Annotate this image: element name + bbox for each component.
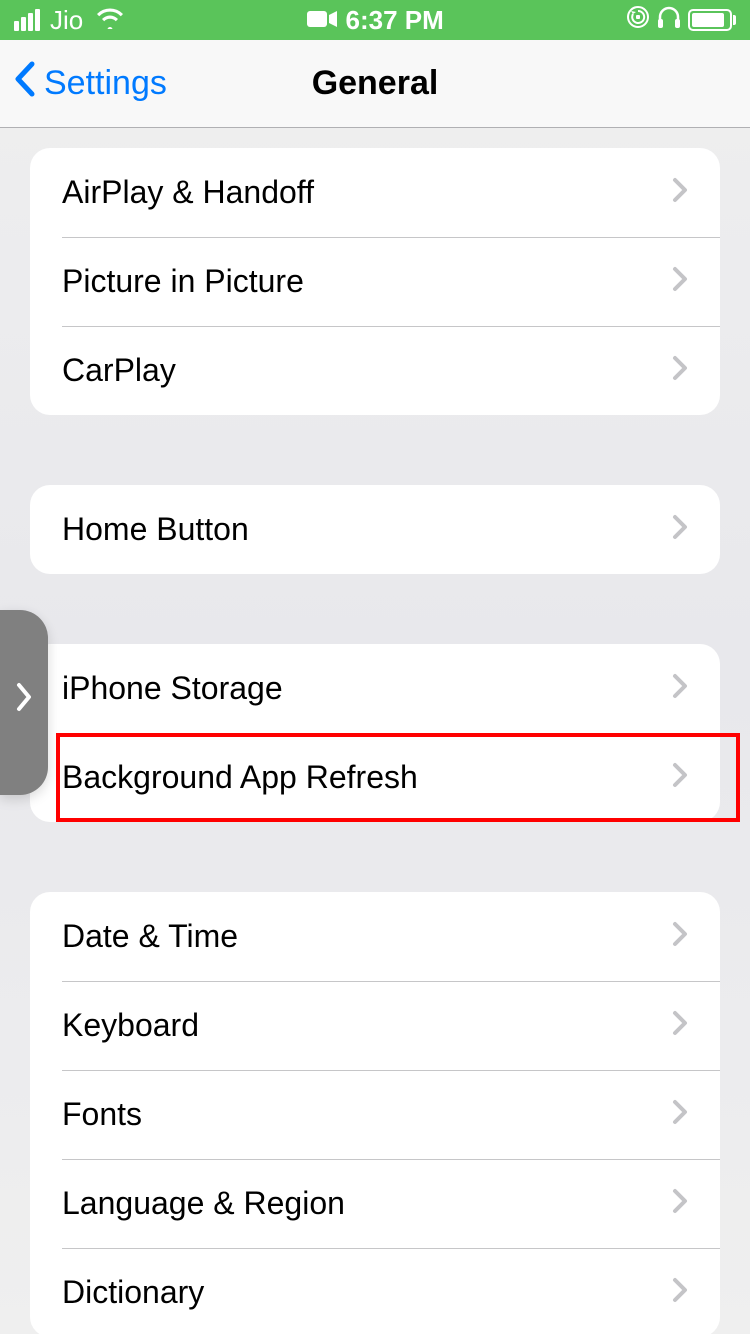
row-iphone-storage[interactable]: iPhone Storage xyxy=(30,644,720,733)
row-label: CarPlay xyxy=(62,352,176,389)
status-bar: Jio 6:37 PM xyxy=(0,0,750,40)
row-label: Date & Time xyxy=(62,918,238,955)
row-background-app-refresh[interactable]: Background App Refresh xyxy=(30,733,720,822)
status-left: Jio xyxy=(14,5,125,36)
row-carplay[interactable]: CarPlay xyxy=(30,326,720,415)
navigation-bar: Settings General xyxy=(0,40,750,128)
chevron-right-icon xyxy=(672,1009,688,1042)
page-title: General xyxy=(312,64,439,103)
row-label: Language & Region xyxy=(62,1185,345,1222)
row-label: Dictionary xyxy=(62,1274,204,1311)
chevron-right-icon xyxy=(672,761,688,794)
clock-time: 6:37 PM xyxy=(345,5,443,36)
status-center: 6:37 PM xyxy=(307,5,443,36)
chevron-right-icon xyxy=(672,265,688,298)
chevron-right-icon xyxy=(672,1098,688,1131)
back-label: Settings xyxy=(44,64,167,103)
row-fonts[interactable]: Fonts xyxy=(30,1070,720,1159)
row-label: Fonts xyxy=(62,1096,142,1133)
wifi-icon xyxy=(95,5,125,36)
row-label: Keyboard xyxy=(62,1007,199,1044)
chevron-right-icon xyxy=(15,677,33,728)
row-label: AirPlay & Handoff xyxy=(62,174,314,211)
row-label: Background App Refresh xyxy=(62,759,418,796)
settings-group-1: AirPlay & Handoff Picture in Picture Car… xyxy=(30,148,720,415)
settings-group-4: Date & Time Keyboard Fonts Language & Re… xyxy=(30,892,720,1334)
row-label: Picture in Picture xyxy=(62,263,304,300)
row-dictionary[interactable]: Dictionary xyxy=(30,1248,720,1334)
row-airplay-handoff[interactable]: AirPlay & Handoff xyxy=(30,148,720,237)
row-home-button[interactable]: Home Button xyxy=(30,485,720,574)
video-icon xyxy=(307,5,337,36)
rotation-lock-icon xyxy=(626,5,650,36)
chevron-left-icon xyxy=(12,60,36,107)
settings-content: AirPlay & Handoff Picture in Picture Car… xyxy=(0,128,750,1334)
row-keyboard[interactable]: Keyboard xyxy=(30,981,720,1070)
row-label: Home Button xyxy=(62,511,249,548)
row-language-region[interactable]: Language & Region xyxy=(30,1159,720,1248)
chevron-right-icon xyxy=(672,176,688,209)
chevron-right-icon xyxy=(672,1187,688,1220)
back-button[interactable]: Settings xyxy=(0,60,167,107)
chevron-right-icon xyxy=(672,920,688,953)
battery-icon xyxy=(688,9,736,31)
chevron-right-icon xyxy=(672,513,688,546)
settings-group-2: Home Button xyxy=(30,485,720,574)
side-drawer-tab[interactable] xyxy=(0,610,48,795)
carrier-label: Jio xyxy=(50,5,83,36)
row-picture-in-picture[interactable]: Picture in Picture xyxy=(30,237,720,326)
cellular-signal-icon xyxy=(14,9,40,31)
chevron-right-icon xyxy=(672,1276,688,1309)
headphones-icon xyxy=(656,5,682,36)
chevron-right-icon xyxy=(672,672,688,705)
chevron-right-icon xyxy=(672,354,688,387)
row-date-time[interactable]: Date & Time xyxy=(30,892,720,981)
status-right xyxy=(626,5,736,36)
row-label: iPhone Storage xyxy=(62,670,283,707)
settings-group-3: iPhone Storage Background App Refresh xyxy=(30,644,720,822)
